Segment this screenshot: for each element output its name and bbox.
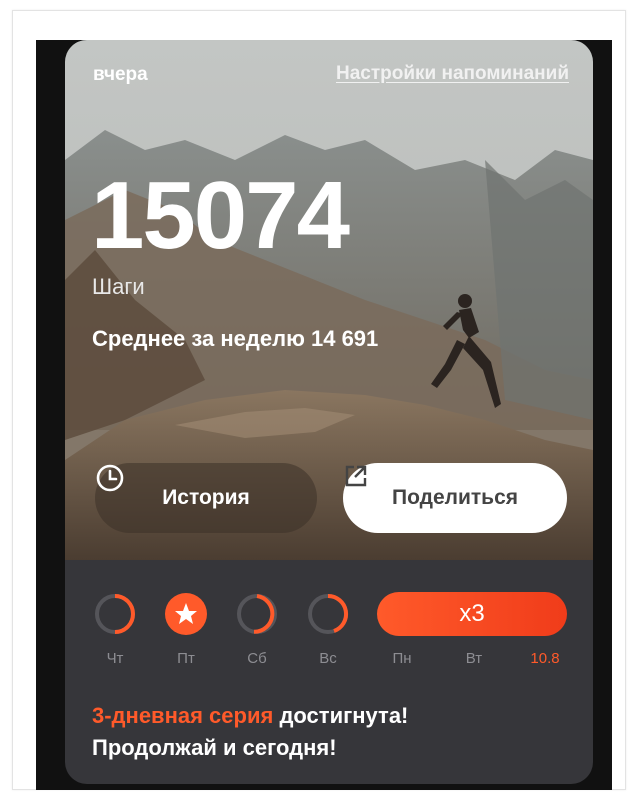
clock-icon xyxy=(96,464,124,492)
day-ring-sat xyxy=(232,592,282,641)
day-label: Пт xyxy=(177,650,195,667)
share-label: Поделиться xyxy=(391,486,519,509)
hero-image: вчера Настройки напоминаний 15074 Шаги С… xyxy=(65,40,593,560)
progress-ring-icon xyxy=(237,594,277,634)
day-label: Пн xyxy=(392,650,412,667)
share-button[interactable]: Поделиться xyxy=(343,463,567,533)
streak-multiplier-badge: x3 xyxy=(377,592,567,636)
steps-count: 15074 xyxy=(91,162,350,269)
steps-label: Шаги xyxy=(92,274,145,299)
period-label: вчера xyxy=(93,64,148,85)
weekly-average: Среднее за неделю 14 691 xyxy=(92,326,379,351)
progress-ring-icon xyxy=(95,594,135,634)
share-icon xyxy=(345,465,367,487)
day-ring-sun xyxy=(303,592,353,641)
star-completed-icon xyxy=(165,593,207,635)
daily-steps-card: вчера Настройки напоминаний 15074 Шаги С… xyxy=(65,40,593,784)
history-button[interactable]: История xyxy=(95,463,317,533)
day-label-today: 10.8 xyxy=(530,650,560,667)
streak-message-rest: достигнута! xyxy=(273,703,409,728)
progress-ring-icon xyxy=(308,593,349,634)
streak-tracker: x3 Чт Пт Сб Вс Пн Вт 10.8 xyxy=(65,592,593,682)
day-label: Вт xyxy=(465,650,483,667)
day-label: Чт xyxy=(106,650,124,667)
history-label: История xyxy=(162,486,250,509)
day-ring-fri xyxy=(161,592,211,641)
streak-message-line2: Продолжай и сегодня! xyxy=(92,735,337,760)
streak-highlight: 3-дневная серия xyxy=(92,703,274,728)
reminder-settings-link[interactable]: Настройки напоминаний xyxy=(336,63,569,85)
streak-message: 3-дневная серия достигнута! Продолжай и … xyxy=(92,700,408,764)
day-ring-thu xyxy=(90,592,140,641)
day-label: Вс xyxy=(319,650,337,667)
day-label: Сб xyxy=(247,650,267,667)
